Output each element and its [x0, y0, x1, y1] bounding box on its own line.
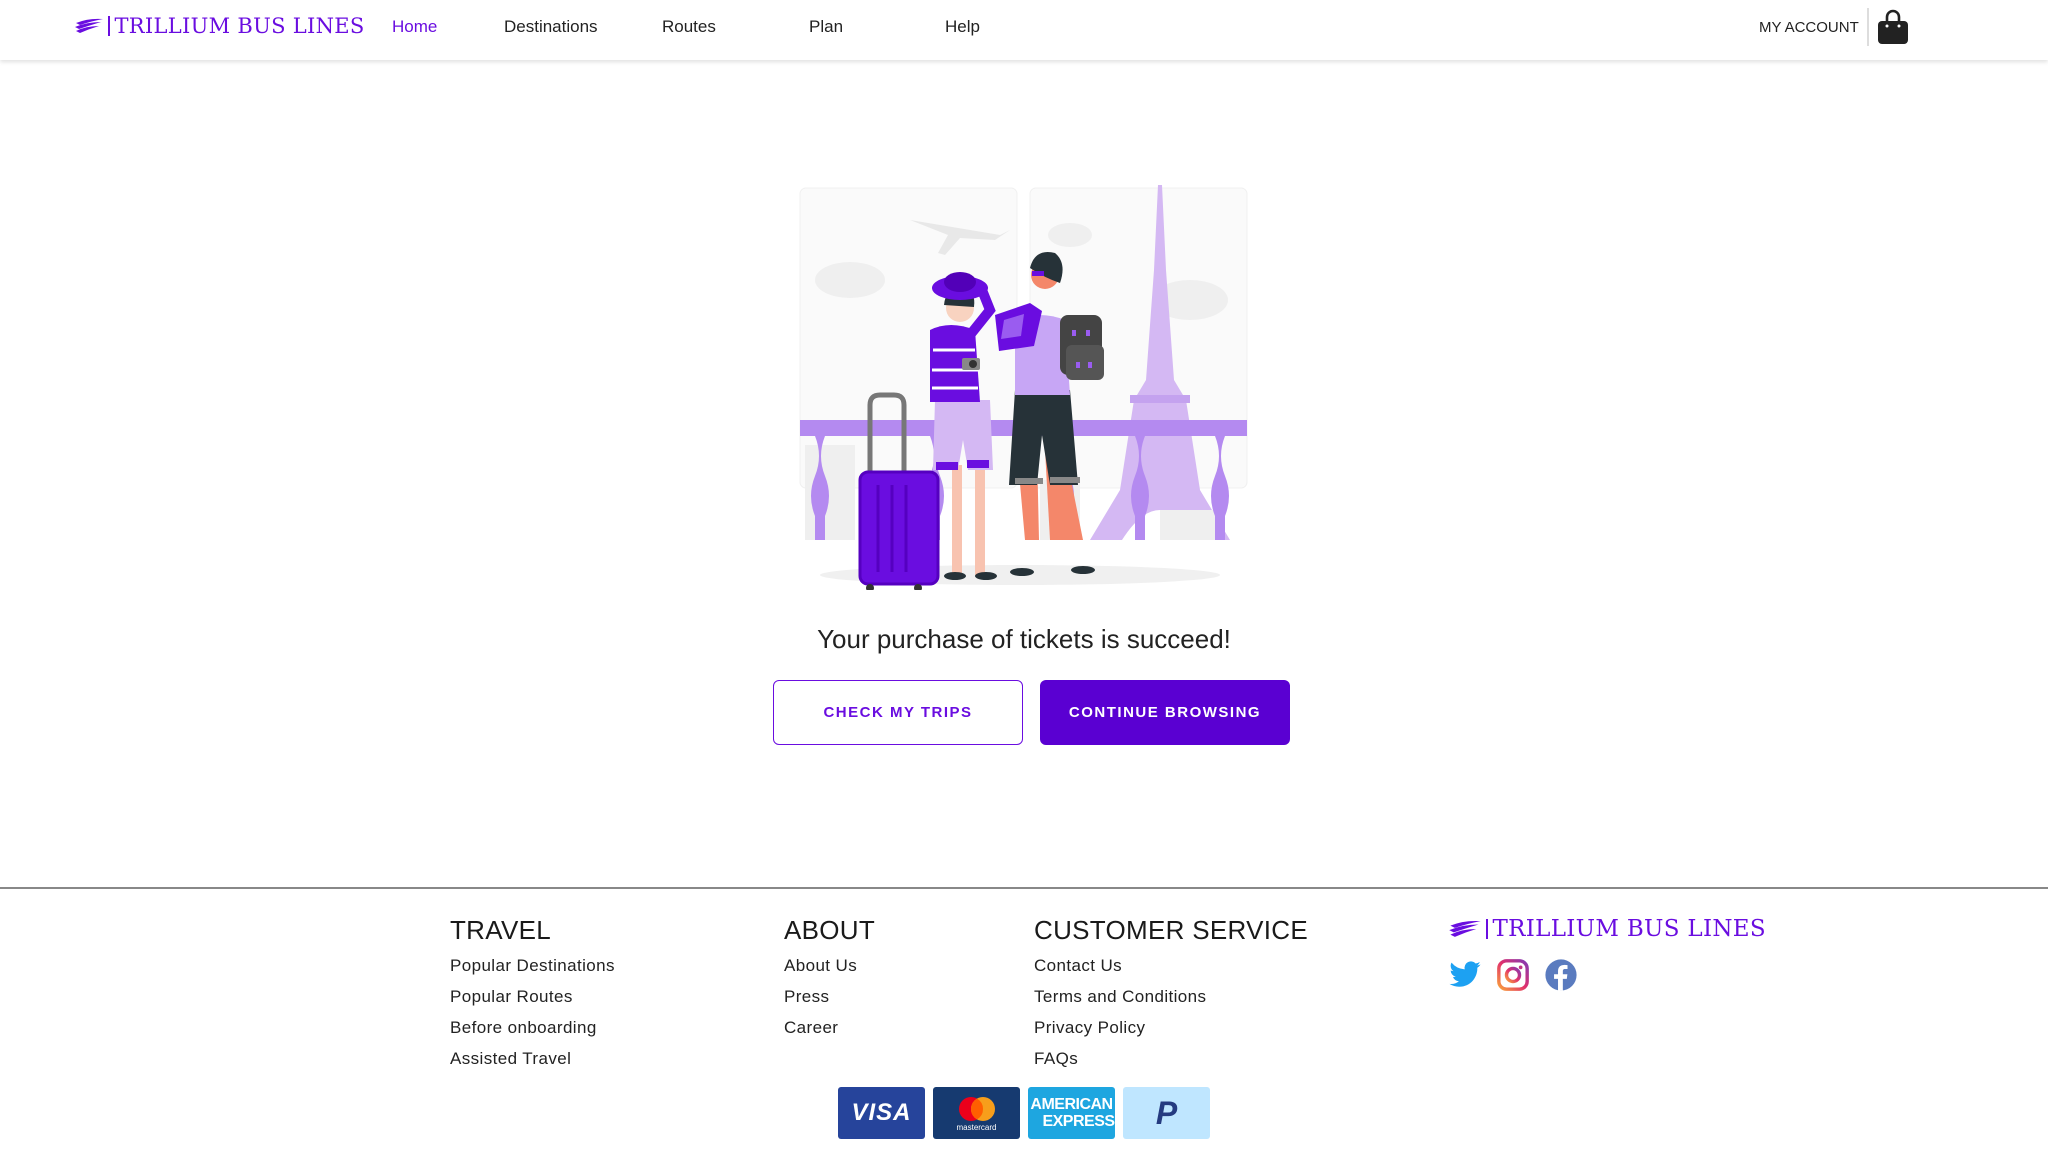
shopping-bag-icon[interactable] — [1877, 9, 1909, 50]
nav-routes[interactable]: Routes — [662, 17, 716, 37]
twitter-icon[interactable] — [1448, 958, 1482, 997]
footer-link-career[interactable]: Career — [784, 1018, 875, 1049]
success-message: Your purchase of tickets is succeed! — [817, 624, 1231, 654]
nav-destinations[interactable]: Destinations — [504, 17, 598, 37]
footer-heading: TRAVEL — [450, 915, 552, 945]
footer-link-assisted-travel[interactable]: Assisted Travel — [450, 1049, 615, 1080]
visa-label: VISA — [851, 1099, 912, 1126]
footer-divider — [0, 887, 2048, 889]
visa-card-icon: VISA — [838, 1087, 925, 1139]
footer-brand-name: TRILLIUM BUS LINES — [1492, 916, 1766, 942]
social-links — [1448, 958, 1578, 997]
wing-logo-icon — [1449, 920, 1481, 937]
paypal-card-icon: P — [1123, 1087, 1210, 1139]
payment-methods: VISA mastercard AMERICAN EXPRESS P — [838, 1087, 1210, 1139]
amex-card-icon: AMERICAN EXPRESS — [1028, 1087, 1115, 1139]
footer-link-popular-routes[interactable]: Popular Routes — [450, 987, 615, 1018]
wing-logo-icon — [75, 18, 103, 33]
brand-logo[interactable]: TRILLIUM BUS LINES — [74, 14, 365, 38]
footer-brand-logo[interactable]: TRILLIUM BUS LINES — [1448, 916, 1766, 942]
my-account-link[interactable]: MY ACCOUNT — [1759, 19, 1859, 36]
footer-link-press[interactable]: Press — [784, 987, 875, 1018]
continue-browsing-button[interactable]: CONTINUE BROWSING — [1040, 680, 1290, 745]
paypal-label: P — [1155, 1094, 1178, 1131]
mastercard-label: mastercard — [956, 1122, 997, 1132]
nav-home[interactable]: Home — [392, 17, 437, 37]
amex-label-2: EXPRESS — [1042, 1113, 1115, 1130]
check-my-trips-button[interactable]: CHECK MY TRIPS — [773, 680, 1023, 745]
footer-heading: CUSTOMER SERVICE — [1034, 915, 1309, 945]
footer-column-travel: TRAVEL Popular Destinations Popular Rout… — [450, 915, 615, 1080]
travelers-paris-illustration — [760, 180, 1300, 595]
instagram-icon[interactable] — [1496, 958, 1530, 997]
logo-divider — [1486, 919, 1488, 939]
logo-divider — [108, 16, 110, 36]
footer-column-about: ABOUT About Us Press Career — [784, 915, 875, 1049]
brand-name: TRILLIUM BUS LINES — [114, 14, 365, 38]
nav-help[interactable]: Help — [945, 17, 980, 37]
facebook-icon[interactable] — [1544, 958, 1578, 997]
footer-link-about-us[interactable]: About Us — [784, 956, 875, 987]
footer-link-terms[interactable]: Terms and Conditions — [1034, 987, 1308, 1018]
footer-link-popular-destinations[interactable]: Popular Destinations — [450, 956, 615, 987]
nav-plan[interactable]: Plan — [809, 17, 843, 37]
header-divider — [1867, 8, 1869, 46]
footer-link-before-onboarding[interactable]: Before onboarding — [450, 1018, 615, 1049]
footer-column-customer-service: CUSTOMER SERVICE Contact Us Terms and Co… — [1034, 915, 1308, 1080]
footer-link-contact-us[interactable]: Contact Us — [1034, 956, 1308, 987]
amex-label-1: AMERICAN — [1030, 1096, 1113, 1113]
footer-heading: ABOUT — [784, 915, 876, 945]
footer-link-privacy[interactable]: Privacy Policy — [1034, 1018, 1308, 1049]
mastercard-icon: mastercard — [933, 1087, 1020, 1139]
top-header: TRILLIUM BUS LINES Home Destinations Rou… — [0, 0, 2048, 60]
footer-link-faqs[interactable]: FAQs — [1034, 1049, 1308, 1080]
